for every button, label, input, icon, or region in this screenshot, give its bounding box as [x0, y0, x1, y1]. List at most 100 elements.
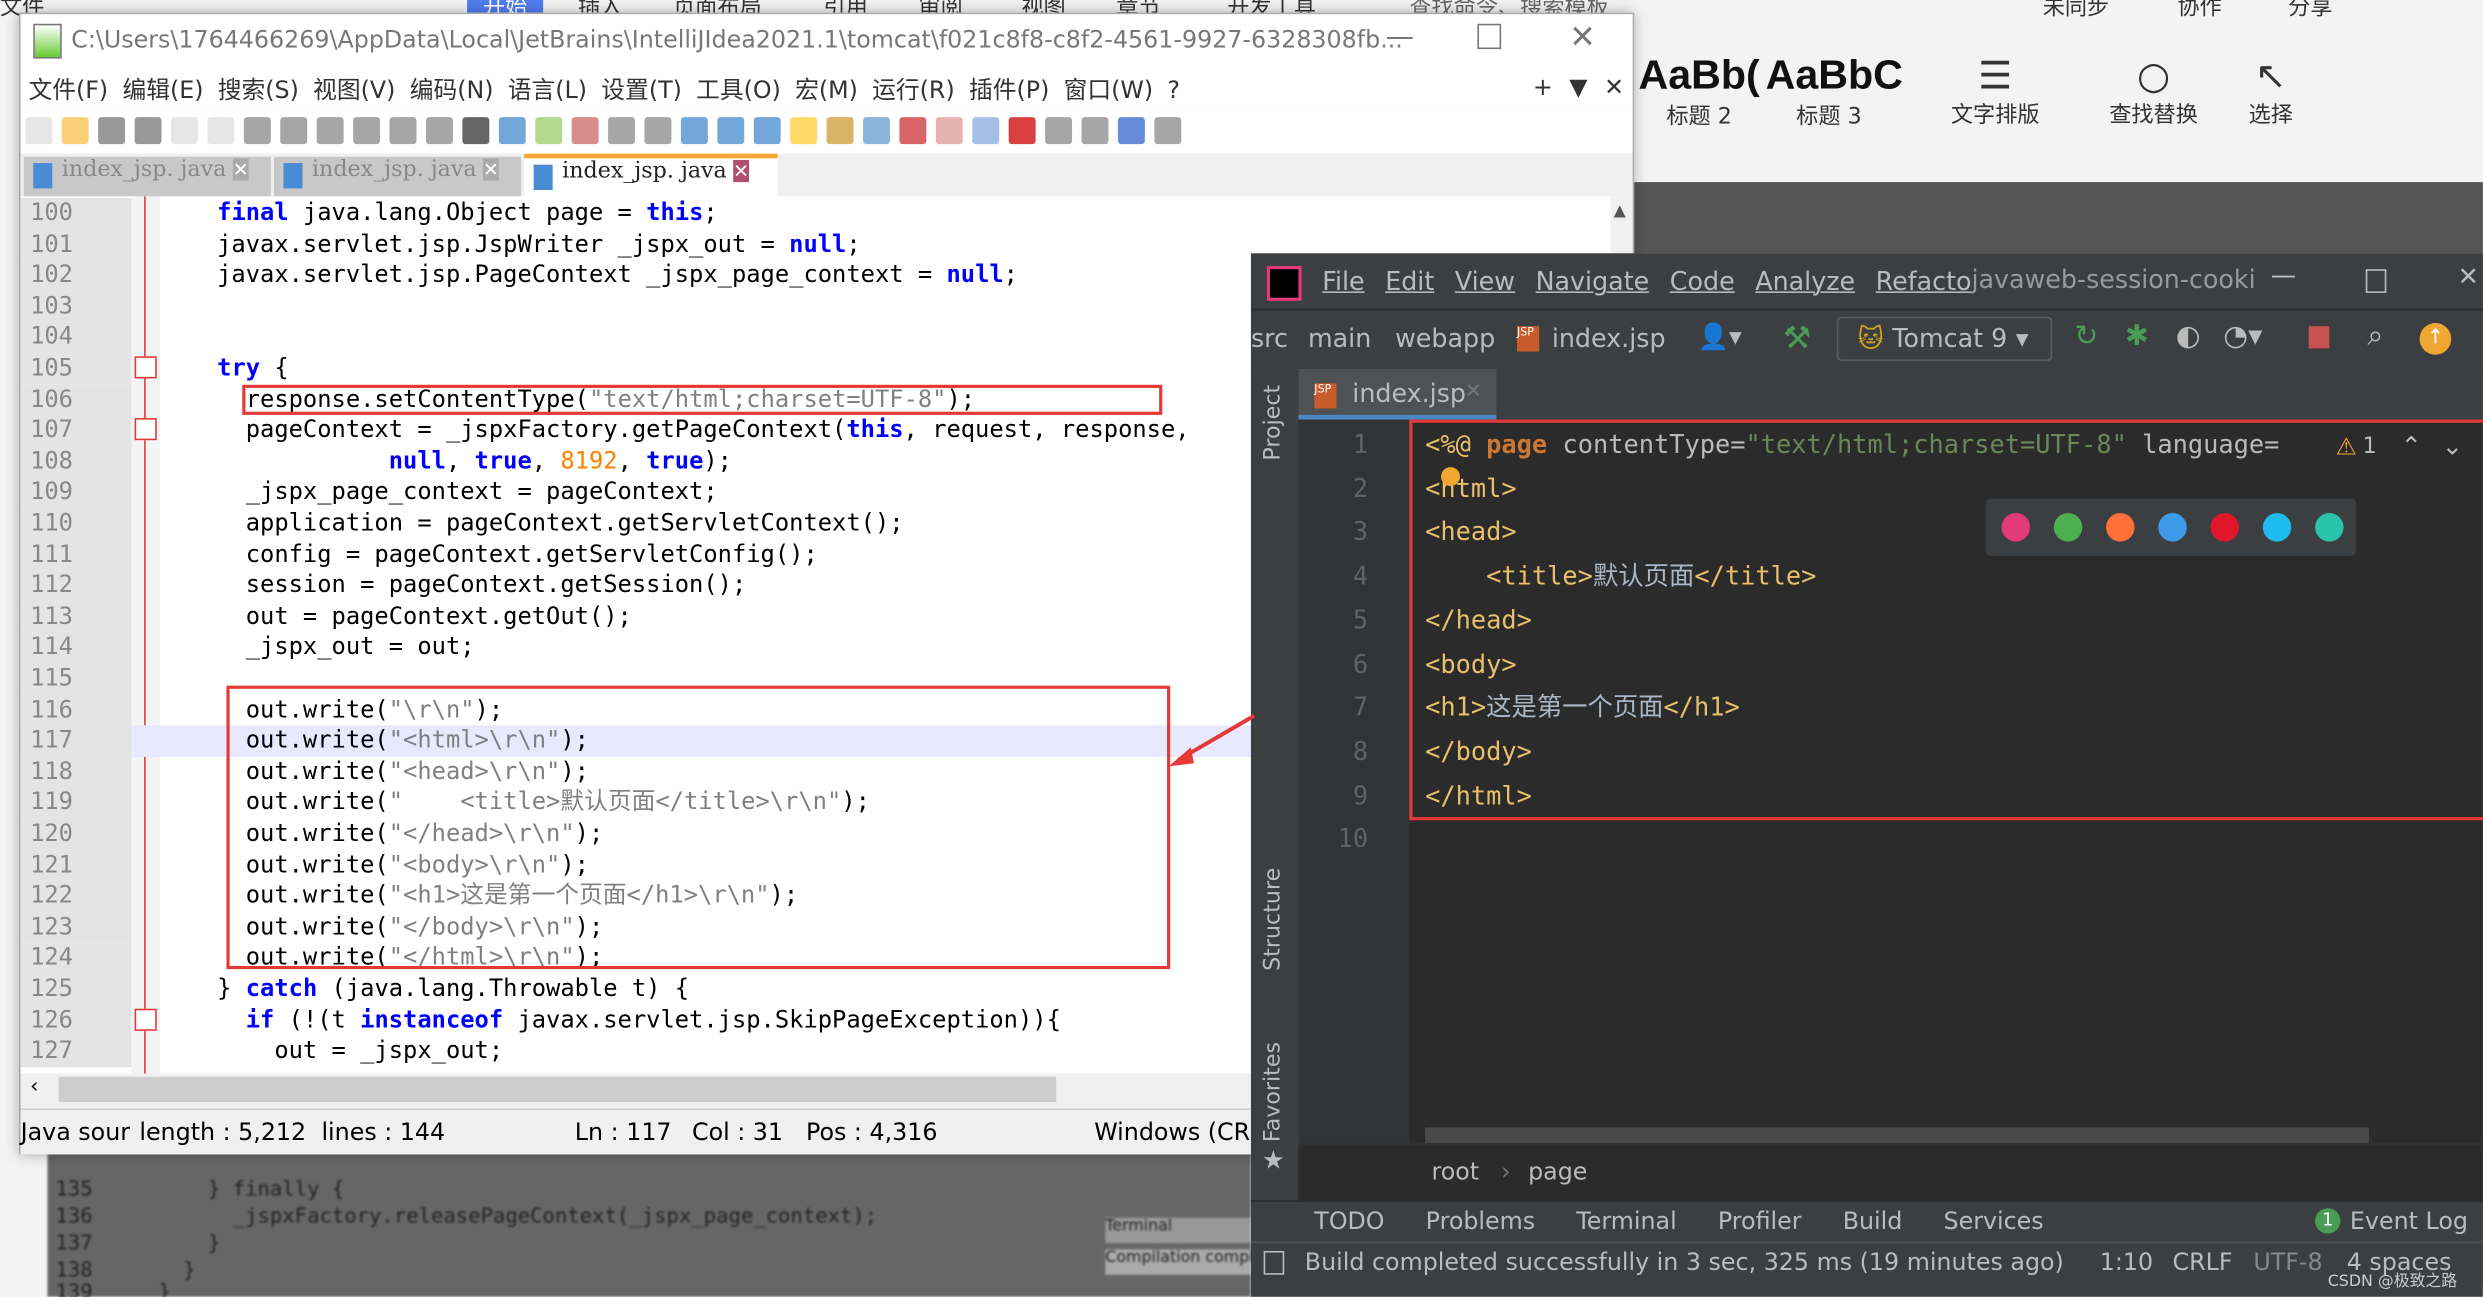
- toolbar-button[interactable]: [1117, 117, 1145, 145]
- build-hammer-icon[interactable]: ⚒: [1783, 318, 1811, 356]
- toolbar-button[interactable]: [644, 117, 672, 145]
- toolbar-button[interactable]: [498, 117, 526, 145]
- select-button[interactable]: ↖ 选择: [2249, 54, 2293, 130]
- maximize-button[interactable]: [2365, 269, 2387, 293]
- close-button[interactable]: ✕: [2458, 261, 2479, 291]
- toolbar-button[interactable]: [717, 117, 745, 145]
- toolbar-button[interactable]: [826, 117, 854, 145]
- tool-services[interactable]: Services: [1943, 1207, 2043, 1236]
- file-encoding[interactable]: UTF-8: [2253, 1248, 2322, 1277]
- scroll-left-icon[interactable]: ‹: [30, 1075, 38, 1099]
- project-tool-button[interactable]: Project: [1260, 385, 1285, 461]
- close-doc-icon[interactable]: ✕: [1604, 73, 1624, 102]
- favorites-tool-button[interactable]: Favorites: [1260, 1042, 1285, 1142]
- find-replace-button[interactable]: ○ 查找替换: [2109, 54, 2198, 130]
- tool-terminal[interactable]: Terminal: [1576, 1207, 1676, 1236]
- menu-item[interactable]: Code: [1670, 266, 1735, 296]
- tool-problems[interactable]: Problems: [1426, 1207, 1535, 1236]
- minimize-button[interactable]: —: [2271, 260, 2296, 290]
- crumb-page[interactable]: page: [1528, 1158, 1587, 1187]
- toolbar-button[interactable]: [753, 117, 781, 145]
- menu-item[interactable]: Navigate: [1536, 266, 1650, 296]
- crumb-main[interactable]: main: [1308, 323, 1371, 353]
- toolbar-button[interactable]: [863, 117, 890, 145]
- maximize-button[interactable]: [1477, 23, 1502, 50]
- close-tab-icon[interactable]: ✕: [1465, 380, 1482, 404]
- menu-item[interactable]: Edit: [1385, 266, 1434, 296]
- menu-item[interactable]: 编辑(E): [122, 76, 203, 105]
- menu-item[interactable]: ?: [1167, 76, 1180, 105]
- toolbar-button[interactable]: [790, 117, 818, 145]
- toolbar-button[interactable]: [935, 117, 963, 145]
- search-icon[interactable]: ⌕: [2367, 320, 2383, 353]
- toolbar-button[interactable]: [571, 117, 599, 145]
- menu-item[interactable]: View: [1455, 266, 1515, 296]
- toolbar-button[interactable]: [316, 117, 344, 145]
- toolbar-button[interactable]: [1008, 117, 1036, 145]
- toolbar-button[interactable]: [972, 117, 1000, 145]
- scroll-thumb[interactable]: [58, 1076, 1057, 1103]
- fold-toggle-icon[interactable]: [134, 1008, 157, 1031]
- toolbar-button[interactable]: [899, 117, 927, 145]
- crumb-src[interactable]: src: [1251, 323, 1288, 353]
- toolbar-button[interactable]: [425, 117, 453, 145]
- toolbar-button[interactable]: [353, 117, 381, 145]
- toolbar-button[interactable]: [1081, 117, 1109, 145]
- line-separator[interactable]: CRLF: [2173, 1248, 2233, 1277]
- menu-item[interactable]: 运行(R): [872, 76, 955, 105]
- structure-tool-button[interactable]: Structure: [1260, 868, 1285, 971]
- fold-toggle-icon[interactable]: [134, 356, 157, 379]
- toolbar-button[interactable]: [134, 117, 162, 145]
- caret-position[interactable]: 1:10: [2100, 1248, 2153, 1277]
- tab-index-jsp-1[interactable]: index_jsp. java ✕: [23, 156, 271, 197]
- toolbar-button[interactable]: [608, 117, 635, 145]
- toolbar-button[interactable]: [25, 117, 53, 145]
- toolbar-button[interactable]: [1154, 117, 1182, 145]
- tab-index-jsp[interactable]: JSP index.jsp ✕: [1298, 368, 1497, 420]
- horizontal-scrollbar[interactable]: ‹: [20, 1073, 1253, 1106]
- debug-icon[interactable]: ✱: [2125, 320, 2149, 353]
- text-layout-button[interactable]: ☰ 文字排版: [1951, 54, 2040, 130]
- user-icon[interactable]: 👤▾: [1698, 321, 1742, 351]
- menu-item[interactable]: 设置(T): [601, 76, 682, 105]
- run-config-select[interactable]: 🐱 Tomcat 9 ▾: [1836, 316, 2053, 362]
- tool-build[interactable]: Build: [1843, 1207, 1903, 1236]
- menu-item[interactable]: Analyze: [1755, 266, 1855, 296]
- coverage-icon[interactable]: ◐: [2176, 320, 2201, 353]
- close-tab-icon[interactable]: ✕: [232, 158, 249, 181]
- menu-item[interactable]: 宏(M): [795, 76, 858, 105]
- tab-index-jsp-2[interactable]: index_jsp. java ✕: [273, 156, 521, 197]
- menu-item[interactable]: 窗口(W): [1064, 76, 1154, 105]
- tool-profiler[interactable]: Profiler: [1718, 1207, 1802, 1236]
- crumb-file[interactable]: index.jsp: [1552, 323, 1666, 353]
- crumb-webapp[interactable]: webapp: [1395, 323, 1495, 353]
- collaborate-button[interactable]: 协作: [2177, 0, 2221, 22]
- menu-item[interactable]: 视图(V): [313, 76, 395, 105]
- build-status-message[interactable]: Build completed successfully in 3 sec, 3…: [1305, 1248, 2064, 1277]
- toolbar-button[interactable]: [1045, 117, 1073, 145]
- style-heading-2[interactable]: AaBb(标题 2: [1636, 51, 1763, 132]
- menu-item[interactable]: File: [1322, 266, 1364, 296]
- fold-toggle-icon[interactable]: [134, 418, 157, 441]
- crumb-root[interactable]: root: [1431, 1158, 1479, 1187]
- profile-icon[interactable]: ◔▾: [2223, 320, 2262, 353]
- close-tab-icon[interactable]: ✕: [482, 158, 499, 181]
- horizontal-scrollbar[interactable]: [1425, 1127, 2369, 1144]
- menu-item[interactable]: 文件(F): [29, 76, 109, 105]
- toolbar-button[interactable]: [243, 117, 271, 145]
- menu-item[interactable]: 插件(P): [969, 76, 1049, 105]
- minimize-button[interactable]: —: [1386, 21, 1415, 54]
- rerun-icon[interactable]: ↻: [2074, 320, 2098, 353]
- toolbar-button[interactable]: [680, 117, 708, 145]
- menu-item[interactable]: 语言(L): [508, 76, 587, 105]
- tab-list-icon[interactable]: ▼: [1569, 73, 1587, 102]
- toolbar-button[interactable]: [280, 117, 308, 145]
- stop-icon[interactable]: [2308, 326, 2330, 349]
- toolbar-button[interactable]: [462, 117, 490, 145]
- toolbar-button[interactable]: [171, 117, 198, 145]
- close-tab-icon[interactable]: ✕: [733, 159, 750, 183]
- sync-status[interactable]: 未同步: [2043, 0, 2110, 22]
- menu-item[interactable]: Refacto: [1876, 266, 1972, 296]
- update-icon[interactable]: ↑: [2419, 323, 2452, 355]
- menu-item[interactable]: 编码(N): [410, 76, 494, 105]
